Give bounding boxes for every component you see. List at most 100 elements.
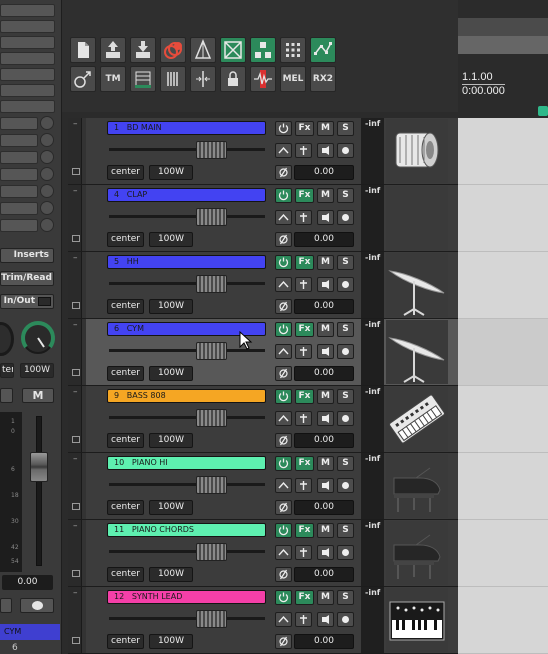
automation-button[interactable] — [275, 344, 292, 359]
width-knob[interactable] — [0, 322, 14, 356]
pan-mode-display[interactable]: 100W — [149, 567, 193, 582]
rx2-button[interactable]: RX2 — [310, 66, 336, 92]
playhead-marker[interactable] — [538, 106, 548, 116]
folder-icon[interactable] — [72, 369, 80, 376]
snap-grid-button[interactable] — [280, 37, 306, 63]
solo-button[interactable]: S — [337, 188, 354, 203]
phase-invert-button[interactable] — [275, 500, 292, 515]
fx-button[interactable]: Fx — [295, 322, 314, 337]
send-knob[interactable] — [40, 167, 54, 181]
send-knob[interactable] — [40, 218, 54, 232]
track-name-field[interactable]: 10 PIANO HI — [107, 456, 266, 470]
trim-read-button[interactable]: Trim/Read — [0, 271, 54, 286]
track[interactable]: – 12 SYNTH LEAD center 100W Fx M S 0.00 … — [68, 587, 458, 654]
phase-invert-button[interactable] — [275, 165, 292, 180]
route-button[interactable] — [295, 344, 312, 359]
fx-button[interactable]: Fx — [295, 590, 314, 605]
pan-display[interactable]: center — [107, 567, 144, 582]
inserts-button[interactable]: Inserts — [0, 248, 54, 263]
arrange-lane[interactable] — [458, 453, 548, 520]
master-mode-display[interactable]: 100W — [20, 363, 54, 378]
record-arm-button[interactable] — [337, 344, 354, 359]
track[interactable]: – 1 BD MAIN center 100W Fx M S 0.00 -inf — [68, 118, 458, 185]
arrange-lane[interactable] — [458, 520, 548, 587]
volume-display[interactable]: 0.00 — [294, 165, 354, 180]
volume-display[interactable]: 0.00 — [294, 232, 354, 247]
collapse-icon[interactable]: – — [73, 521, 78, 531]
route-button[interactable] — [295, 210, 312, 225]
mute-button[interactable]: M — [317, 523, 334, 538]
pan-knob[interactable] — [20, 320, 56, 356]
input-monitor-button[interactable] — [317, 277, 334, 292]
mute-button[interactable]: M — [317, 255, 334, 270]
route-button[interactable] — [295, 478, 312, 493]
master-send-slot[interactable] — [0, 185, 38, 198]
automation-button[interactable] — [275, 143, 292, 158]
cymbal-icon[interactable] — [386, 253, 448, 317]
collapse-icon[interactable]: – — [73, 588, 78, 598]
master-fx-slot[interactable] — [0, 20, 55, 33]
track-name-field[interactable]: 11 PIANO CHORDS — [107, 523, 266, 537]
new-project-button[interactable] — [70, 37, 96, 63]
track-name-field[interactable]: 4 CLAP — [107, 188, 266, 202]
send-knob[interactable] — [40, 116, 54, 130]
folder-icon[interactable] — [72, 235, 80, 242]
bass-drum-icon[interactable] — [386, 119, 448, 183]
master-fx-slot[interactable] — [0, 36, 55, 49]
master-fx-slot[interactable] — [0, 84, 55, 97]
automation-button[interactable] — [275, 277, 292, 292]
input-monitor-button[interactable] — [317, 143, 334, 158]
phase-invert-button[interactable] — [275, 232, 292, 247]
phase-invert-button[interactable] — [275, 433, 292, 448]
fx-bypass-button[interactable] — [275, 590, 292, 605]
route-button[interactable] — [295, 612, 312, 627]
grand-piano-icon[interactable] — [386, 521, 448, 585]
ripple-edit-button[interactable] — [220, 37, 246, 63]
collapse-icon[interactable]: – — [73, 119, 78, 129]
folder-icon[interactable] — [72, 570, 80, 577]
open-project-button[interactable] — [100, 37, 126, 63]
tm-button[interactable]: TM — [100, 66, 126, 92]
track-name-field[interactable]: 9 BASS 808 — [107, 389, 266, 403]
mixer-button[interactable] — [130, 66, 156, 92]
track-name-field[interactable]: 1 BD MAIN — [107, 121, 266, 135]
solo-button[interactable]: S — [337, 121, 354, 136]
folder-icon[interactable] — [72, 637, 80, 644]
fx-bypass-button[interactable] — [275, 456, 292, 471]
fx-bypass-button[interactable] — [275, 389, 292, 404]
lock-button[interactable] — [220, 66, 246, 92]
volume-fader-handle[interactable] — [196, 342, 227, 360]
collapse-icon[interactable]: – — [73, 253, 78, 263]
master-send-slot[interactable] — [0, 168, 38, 181]
phase-invert-button[interactable] — [275, 299, 292, 314]
pan-mode-display[interactable]: 100W — [149, 500, 193, 515]
record-arm-button[interactable] — [337, 478, 354, 493]
record-arm-button[interactable] — [337, 210, 354, 225]
master-pan-display[interactable]: ter — [0, 363, 14, 378]
volume-fader-handle[interactable] — [196, 141, 227, 159]
arrange-lane[interactable] — [458, 118, 548, 185]
arrange-lane[interactable] — [458, 252, 548, 319]
track[interactable]: – 6 CYM center 100W Fx M S 0.00 -inf — [68, 319, 458, 386]
record-arm-button[interactable] — [337, 411, 354, 426]
record-arm-button[interactable] — [337, 545, 354, 560]
volume-fader-handle[interactable] — [196, 208, 227, 226]
timeline-ruler[interactable]: 1.1.00 0:00.000 — [458, 0, 548, 118]
waveform-button[interactable] — [250, 66, 276, 92]
pan-display[interactable]: center — [107, 299, 144, 314]
mute-button[interactable]: M — [317, 121, 334, 136]
folder-icon[interactable] — [72, 436, 80, 443]
split-button[interactable] — [190, 66, 216, 92]
mute-button[interactable]: M — [317, 590, 334, 605]
route-button[interactable] — [295, 545, 312, 560]
volume-fader-handle[interactable] — [196, 610, 227, 628]
volume-display[interactable]: 0.00 — [294, 299, 354, 314]
volume-display[interactable]: 0.00 — [294, 634, 354, 649]
routing-button[interactable] — [70, 66, 96, 92]
solo-button[interactable]: S — [337, 590, 354, 605]
envelope-points-button[interactable] — [310, 37, 336, 63]
keyboard-icon[interactable] — [386, 588, 448, 652]
pan-mode-display[interactable]: 100W — [149, 433, 193, 448]
master-send-slot[interactable] — [0, 117, 38, 130]
track-name-field[interactable]: 12 SYNTH LEAD — [107, 590, 266, 604]
